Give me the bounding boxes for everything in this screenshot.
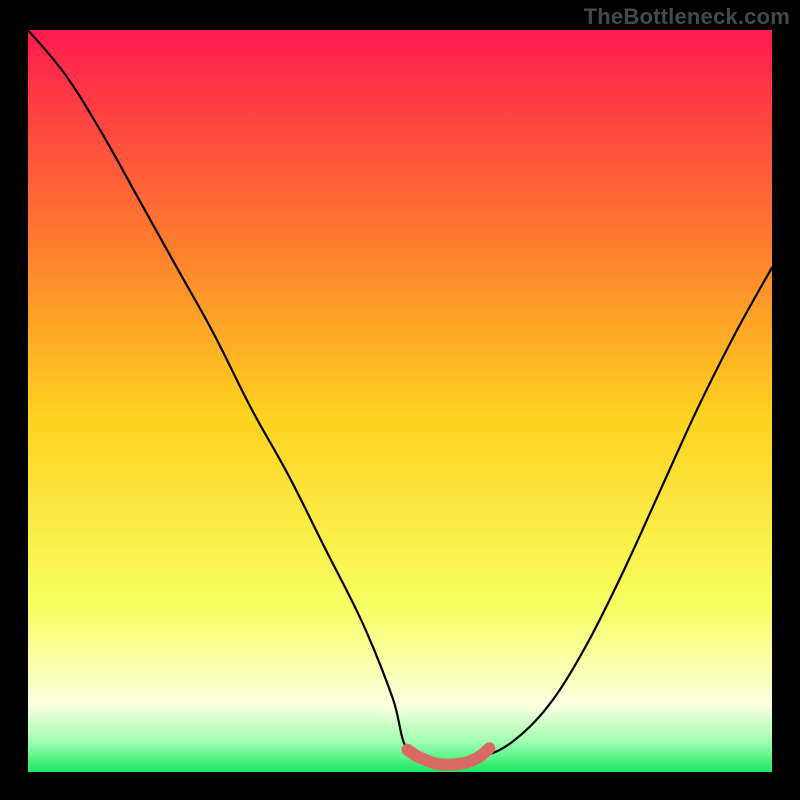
chart-frame: TheBottleneck.com <box>0 0 800 800</box>
gradient-background <box>28 30 772 772</box>
watermark-text: TheBottleneck.com <box>584 4 790 30</box>
plot-area <box>28 30 772 772</box>
plot-svg <box>28 30 772 772</box>
